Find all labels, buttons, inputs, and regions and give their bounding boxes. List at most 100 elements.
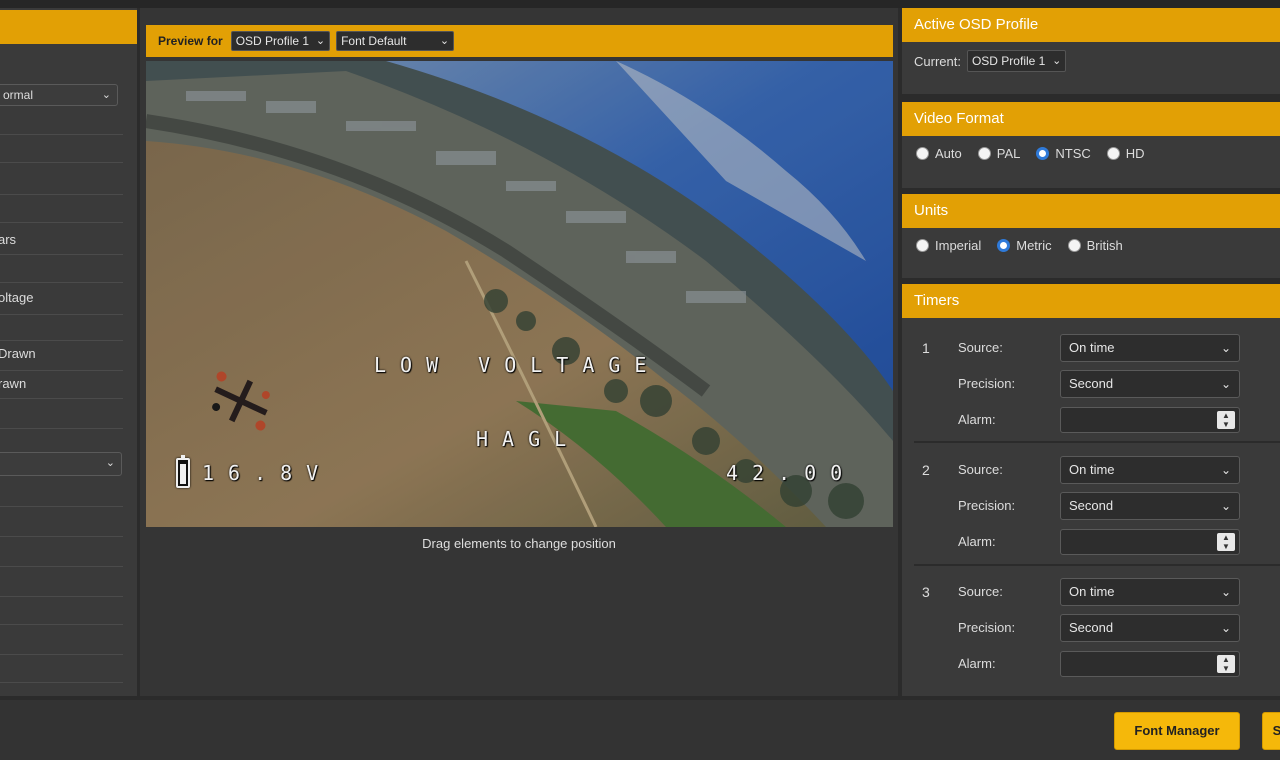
timer-3-precision-select[interactable]: Second ⌄ xyxy=(1060,614,1240,642)
select-value: On time xyxy=(1069,462,1115,477)
font-select[interactable]: Font Default ⌄ xyxy=(336,31,455,51)
chevron-down-icon: ⌄ xyxy=(1220,585,1231,599)
radio-button-selected[interactable] xyxy=(1036,147,1050,160)
select-value: Second xyxy=(1069,620,1114,635)
timer-1-source-select[interactable]: On time ⌄ xyxy=(1060,334,1240,362)
timer-2-precision-select[interactable]: Second ⌄ xyxy=(1060,492,1240,520)
precision-label: Precision: xyxy=(958,620,1016,635)
chevron-down-icon: ⌄ xyxy=(1052,55,1062,67)
osd-preview-image[interactable]: LOW VOLTAGE HAGL 16.8V 42.00 xyxy=(146,61,893,527)
battery-icon[interactable] xyxy=(176,455,190,488)
divider xyxy=(0,536,123,537)
radio-button[interactable] xyxy=(1106,147,1120,160)
chevron-down-icon: ⌄ xyxy=(1220,377,1231,391)
divider xyxy=(0,314,123,315)
timer-number: 2 xyxy=(922,462,930,478)
chevron-down-icon: ⌄ xyxy=(1220,499,1231,513)
timers-section: Timers 1 Source: On time ⌄ Precision: Se… xyxy=(902,284,1280,696)
divider xyxy=(914,441,1280,443)
radio-metric[interactable]: Metric xyxy=(997,238,1052,253)
left-item-label: Drawn xyxy=(0,346,36,361)
right-settings-column: Active OSD Profile Current: OSD Profile … xyxy=(902,8,1280,696)
chevron-down-icon: ⌄ xyxy=(101,89,111,101)
radio-label: British xyxy=(1086,238,1123,253)
units-options: Imperial Metric British xyxy=(902,238,1280,253)
spinner-icon[interactable]: ▲ ▼ xyxy=(1217,533,1235,551)
divider xyxy=(0,370,123,371)
select-value: On time xyxy=(1069,584,1115,599)
timer-number: 1 xyxy=(922,340,930,356)
radio-auto[interactable]: Auto xyxy=(916,146,962,161)
profile-select[interactable]: OSD Profile 1 ⌄ xyxy=(230,31,331,51)
preview-toolbar: Preview for OSD Profile 1 ⌄ Font Default… xyxy=(146,25,893,57)
radio-ntsc[interactable]: NTSC xyxy=(1036,146,1091,161)
divider xyxy=(0,428,123,429)
osd-preview-panel: Preview for OSD Profile 1 ⌄ Font Default… xyxy=(140,8,898,696)
radio-button[interactable] xyxy=(1067,239,1081,252)
left-item-label: ars xyxy=(0,232,17,247)
radio-button[interactable] xyxy=(977,147,991,160)
chevron-down-icon: ⌄ xyxy=(439,35,450,47)
osd-voltage[interactable]: 16.8V xyxy=(202,461,332,485)
source-label: Source: xyxy=(958,462,1003,477)
aerial-background xyxy=(146,61,893,527)
timer-2-source-select[interactable]: On time ⌄ xyxy=(1060,456,1240,484)
timer-number: 3 xyxy=(922,584,930,600)
radio-label: Imperial xyxy=(935,238,982,253)
divider xyxy=(0,654,123,655)
divider xyxy=(0,506,123,507)
radio-hd[interactable]: HD xyxy=(1106,146,1145,161)
left-select-value: ormal xyxy=(3,88,34,102)
divider xyxy=(0,222,123,223)
radio-button[interactable] xyxy=(916,147,929,160)
divider xyxy=(0,282,123,283)
radio-pal[interactable]: PAL xyxy=(977,146,1020,161)
osd-warning[interactable]: LOW VOLTAGE xyxy=(374,353,660,377)
osd-hagl[interactable]: HAGL xyxy=(476,427,580,451)
divider xyxy=(914,564,1280,566)
units-section: Units Imperial Metric British xyxy=(902,194,1280,278)
chevron-down-icon: ⌄ xyxy=(1220,341,1231,355)
radio-button[interactable] xyxy=(916,239,929,252)
source-label: Source: xyxy=(958,584,1003,599)
divider xyxy=(0,596,123,597)
alarm-label: Alarm: xyxy=(958,534,996,549)
osd-distance[interactable]: 42.00 xyxy=(726,461,856,485)
active-profile-select[interactable]: OSD Profile 1 ⌄ xyxy=(966,50,1067,72)
chevron-down-icon: ⌄ xyxy=(1220,463,1231,477)
select-value: On time xyxy=(1069,340,1115,355)
left-item-label: oltage xyxy=(0,290,34,305)
divider xyxy=(0,566,123,567)
chevron-down-icon: ⌄ xyxy=(105,457,115,469)
timer-2-alarm-input[interactable]: ▲ ▼ xyxy=(1060,529,1240,555)
timer-3-alarm-input[interactable]: ▲ ▼ xyxy=(1060,651,1240,677)
save-button[interactable]: S xyxy=(1262,712,1280,750)
left-select-2[interactable]: ⌄ xyxy=(0,452,122,476)
select-value: Second xyxy=(1069,376,1114,391)
bottom-toolbar: Font Manager S xyxy=(0,700,1280,760)
active-profile-value: OSD Profile 1 xyxy=(971,54,1046,68)
alarm-label: Alarm: xyxy=(958,412,996,427)
radio-label: Metric xyxy=(1016,238,1052,253)
spinner-icon[interactable]: ▲ ▼ xyxy=(1217,655,1235,673)
divider xyxy=(0,134,123,135)
radio-british[interactable]: British xyxy=(1067,238,1123,253)
radio-label: NTSC xyxy=(1055,146,1091,161)
spinner-icon[interactable]: ▲ ▼ xyxy=(1217,411,1235,429)
timer-3-source-select[interactable]: On time ⌄ xyxy=(1060,578,1240,606)
font-manager-button[interactable]: Font Manager xyxy=(1114,712,1240,750)
chevron-down-icon: ⌄ xyxy=(315,35,326,47)
active-profile-section: Active OSD Profile Current: OSD Profile … xyxy=(902,8,1280,94)
timer-1-precision-select[interactable]: Second ⌄ xyxy=(1060,370,1240,398)
timer-1-alarm-input[interactable]: ▲ ▼ xyxy=(1060,407,1240,433)
radio-button-selected[interactable] xyxy=(997,239,1011,252)
divider xyxy=(0,624,123,625)
video-format-section: Video Format Auto PAL NTSC HD xyxy=(902,102,1280,188)
section-title: Units xyxy=(902,194,1280,228)
divider xyxy=(0,340,123,341)
video-format-options: Auto PAL NTSC HD xyxy=(902,146,1280,161)
divider xyxy=(0,194,123,195)
radio-imperial[interactable]: Imperial xyxy=(916,238,981,253)
section-title: Active OSD Profile xyxy=(902,8,1280,42)
left-select[interactable]: ormal ⌄ xyxy=(0,84,118,106)
